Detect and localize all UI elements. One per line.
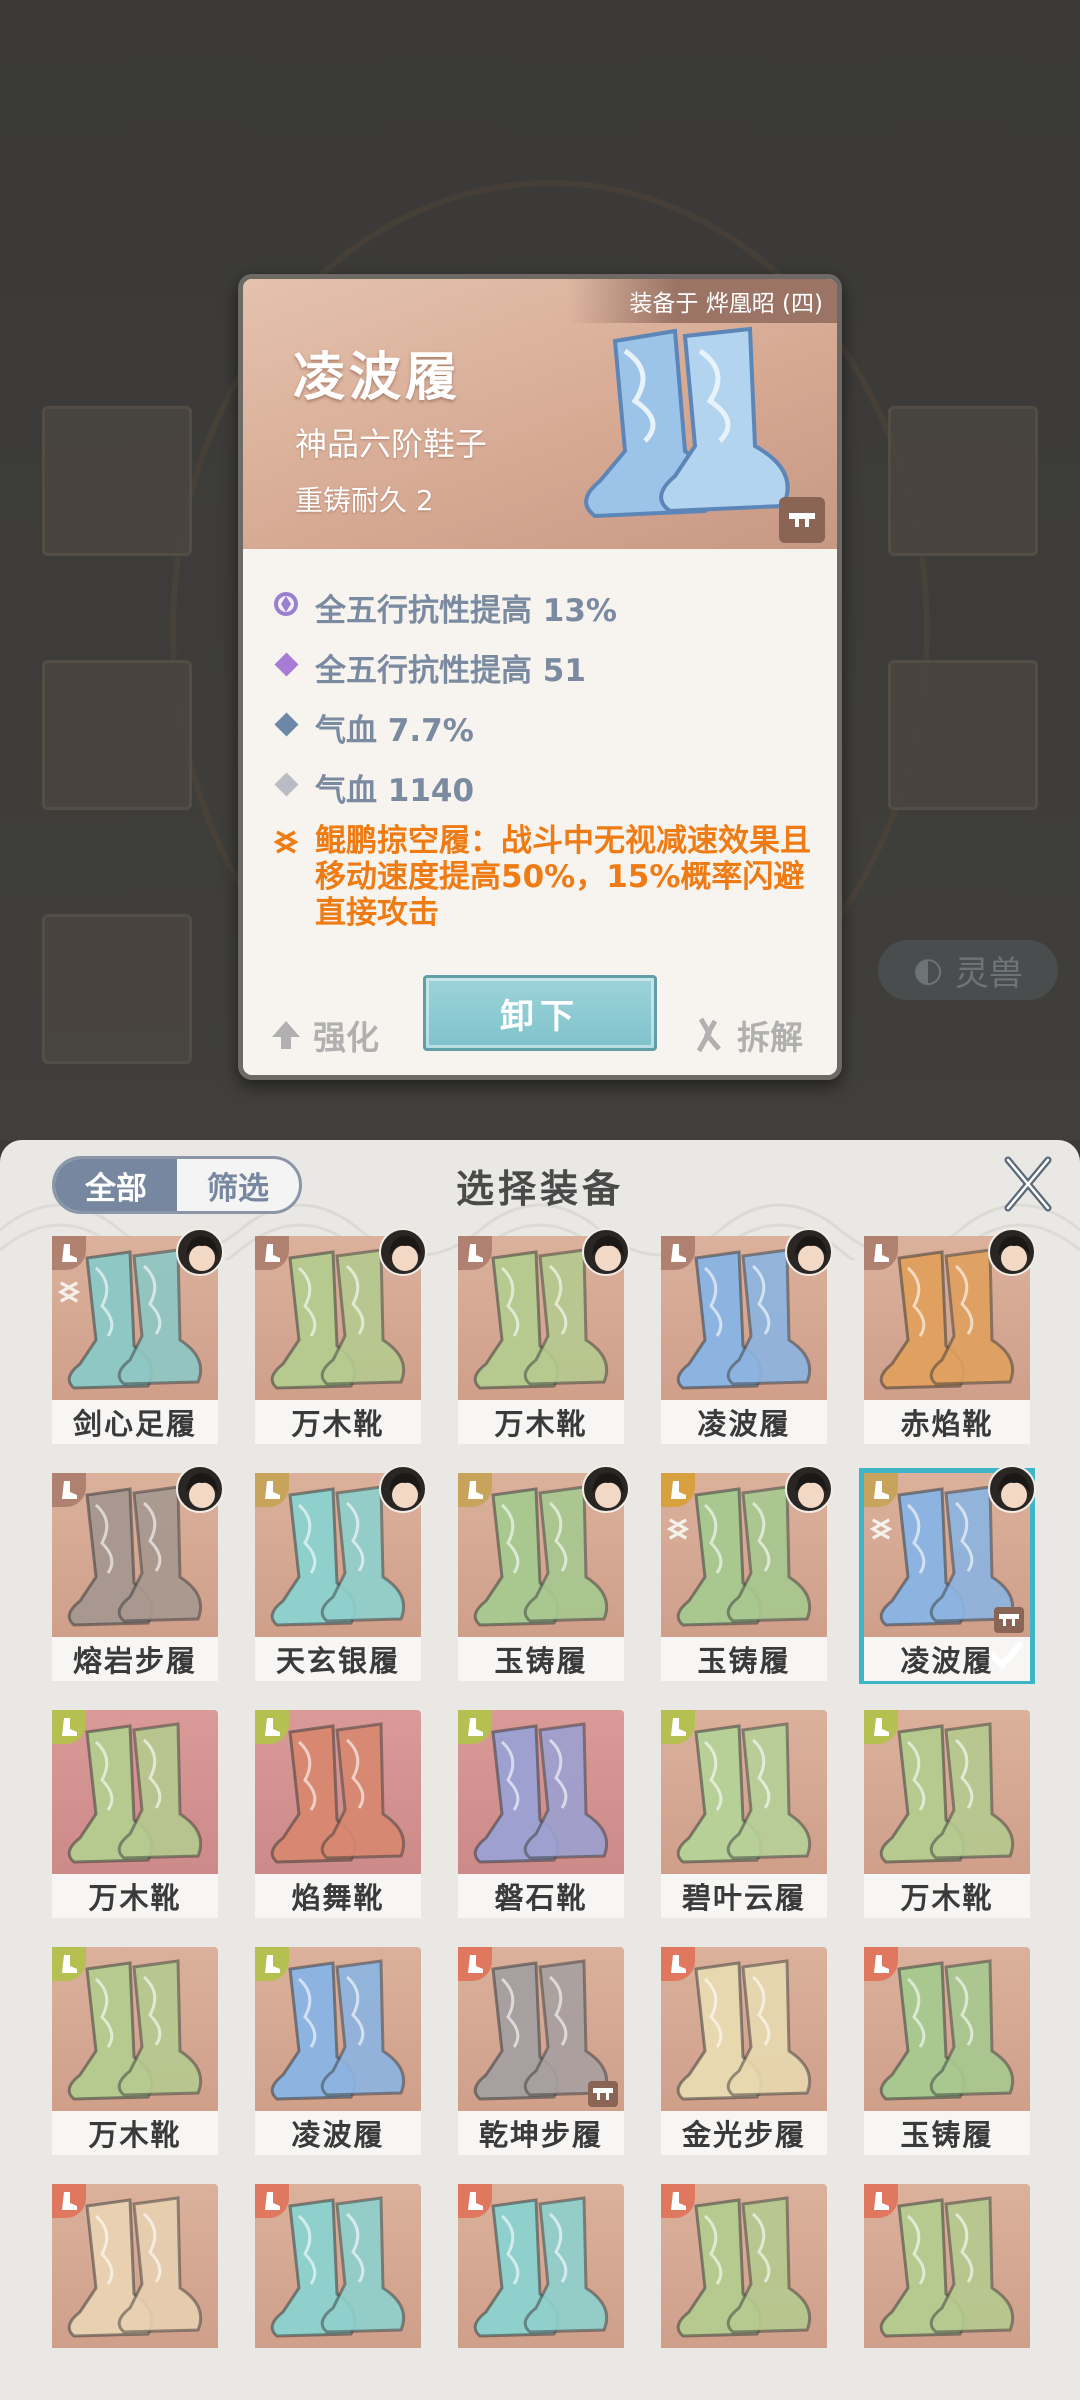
equipment-select-panel: 全部 筛选 选择装备 剑心足履 万木靴 万木靴 凌波履 赤焰靴 熔岩步履 天玄银履 玉铸履 玉铸… bbox=[0, 1140, 1080, 2400]
avatar bbox=[785, 1465, 833, 1513]
bg-slot-boots bbox=[42, 914, 192, 1064]
avatar bbox=[379, 1228, 427, 1276]
avatar bbox=[176, 1228, 224, 1276]
equipment-name: 天玄银履 bbox=[255, 1637, 421, 1681]
equipment-tile[interactable]: 万木靴 bbox=[458, 1228, 630, 1444]
equipment-name: 万木靴 bbox=[52, 1874, 218, 1918]
stat-row: 气血 1140 bbox=[273, 765, 474, 810]
card-header: 装备于 烨凰昭 (四) 凌波履 神品六阶鞋子 重铸耐久 2 bbox=[243, 279, 837, 549]
special-effect-icon bbox=[57, 1280, 81, 1308]
equipment-name: 乾坤步履 bbox=[458, 2111, 624, 2155]
dismantle-icon bbox=[696, 1017, 721, 1053]
lock-icon bbox=[588, 2081, 618, 2107]
stat-row: 全五行抗性提高 13% bbox=[273, 585, 617, 630]
equipment-name: 碧叶云履 bbox=[661, 1874, 827, 1918]
bg-slot-mirror bbox=[888, 660, 1038, 810]
equipment-tile[interactable]: 乾坤步履 bbox=[458, 1947, 624, 2155]
equipment-tile[interactable]: 赤焰靴 bbox=[864, 1228, 1036, 1444]
equipment-name: 万木靴 bbox=[255, 1400, 421, 1444]
enhance-button[interactable]: 强化 bbox=[269, 1011, 379, 1059]
stat-row: 气血 7.7% bbox=[273, 705, 474, 750]
boots-illustration bbox=[584, 326, 790, 519]
bg-slot-armor bbox=[42, 660, 192, 810]
equipment-tile[interactable] bbox=[255, 2184, 421, 2390]
equipment-detail-card: 装备于 烨凰昭 (四) 凌波履 神品六阶鞋子 重铸耐久 2 全五行抗性提高 13… bbox=[238, 274, 842, 1080]
avatar bbox=[988, 1228, 1036, 1276]
spirit-beast-tab: ◐ 灵兽 bbox=[878, 940, 1058, 1000]
diamond-icon bbox=[273, 651, 299, 677]
equipment-name: 玉铸履 bbox=[864, 2111, 1030, 2155]
special-effect-icon bbox=[273, 829, 299, 855]
item-durability: 重铸耐久 2 bbox=[295, 484, 434, 517]
diamond-icon bbox=[273, 711, 299, 737]
close-icon[interactable] bbox=[1002, 1154, 1054, 1214]
avatar bbox=[785, 1228, 833, 1276]
equipment-name: 玉铸履 bbox=[458, 1637, 624, 1681]
special-effect: 鲲鹏掠空履：战斗中无视减速效果且移动速度提高50%，15%概率闪避直接攻击 bbox=[273, 823, 833, 931]
equipment-name: 金光步履 bbox=[661, 2111, 827, 2155]
avatar bbox=[176, 1465, 224, 1513]
equipment-name: 万木靴 bbox=[52, 2111, 218, 2155]
equipment-name: 凌波履 bbox=[255, 2111, 421, 2155]
equipment-tile[interactable]: 熔岩步履 bbox=[52, 1465, 224, 1681]
equipment-tile[interactable]: 玉铸履 bbox=[458, 1465, 630, 1681]
avatar bbox=[582, 1228, 630, 1276]
special-effect-icon bbox=[666, 1517, 690, 1545]
equipment-tile[interactable]: 金光步履 bbox=[661, 1947, 827, 2155]
spirit-beast-icon: ◐ bbox=[913, 950, 943, 990]
special-effect-icon bbox=[869, 1517, 893, 1545]
avatar bbox=[582, 1465, 630, 1513]
equipment-tile[interactable]: 天玄银履 bbox=[255, 1465, 427, 1681]
dismantle-button[interactable]: 拆解 bbox=[693, 1011, 803, 1059]
item-name: 凌波履 bbox=[293, 348, 462, 408]
equipment-tile[interactable]: 焰舞靴 bbox=[255, 1710, 421, 1918]
unequip-button[interactable]: 卸下 bbox=[423, 975, 657, 1051]
stat-row: 全五行抗性提高 51 bbox=[273, 645, 586, 690]
equipment-tile[interactable]: 凌波履 bbox=[859, 1465, 1036, 1684]
equipment-tile[interactable]: 万木靴 bbox=[52, 1710, 218, 1918]
equipment-name: 赤焰靴 bbox=[864, 1400, 1030, 1444]
item-type: 神品六阶鞋子 bbox=[295, 425, 488, 463]
equipment-tile[interactable]: 凌波履 bbox=[255, 1947, 421, 2155]
equipment-name: 玉铸履 bbox=[661, 1637, 827, 1681]
equipment-name: 熔岩步履 bbox=[52, 1637, 218, 1681]
equipment-tile[interactable] bbox=[864, 2184, 1030, 2390]
diamond-icon bbox=[273, 771, 299, 797]
aura-icon bbox=[273, 591, 299, 617]
equipment-tile[interactable] bbox=[661, 2184, 827, 2390]
equipment-tile[interactable]: 玉铸履 bbox=[864, 1947, 1030, 2155]
equipment-name: 万木靴 bbox=[458, 1400, 624, 1444]
avatar bbox=[379, 1465, 427, 1513]
equipment-name: 焰舞靴 bbox=[255, 1874, 421, 1918]
equipment-tile[interactable]: 万木靴 bbox=[52, 1947, 218, 2155]
bg-slot-weapon bbox=[42, 406, 192, 556]
panel-title: 选择装备 bbox=[455, 1167, 624, 1211]
equipment-tile[interactable]: 凌波履 bbox=[661, 1228, 833, 1444]
checkmark-icon bbox=[986, 1635, 1026, 1675]
lock-icon[interactable] bbox=[779, 497, 825, 543]
equipment-name: 剑心足履 bbox=[52, 1400, 218, 1444]
avatar bbox=[988, 1465, 1036, 1513]
equipment-tile[interactable]: 万木靴 bbox=[864, 1710, 1030, 1918]
equipment-name: 万木靴 bbox=[864, 1874, 1030, 1918]
equipment-name: 磐石靴 bbox=[458, 1874, 624, 1918]
equipment-tile[interactable]: 碧叶云履 bbox=[661, 1710, 827, 1918]
arrow-up-icon bbox=[272, 1021, 300, 1049]
equipment-tile[interactable] bbox=[458, 2184, 624, 2390]
equipment-tile[interactable]: 万木靴 bbox=[255, 1228, 427, 1444]
equipment-tile[interactable]: 玉铸履 bbox=[661, 1465, 833, 1681]
equipment-tile[interactable]: 磐石靴 bbox=[458, 1710, 624, 1918]
lock-icon bbox=[994, 1607, 1024, 1633]
equipment-name: 凌波履 bbox=[661, 1400, 827, 1444]
equipment-tile[interactable]: 剑心足履 bbox=[52, 1228, 224, 1444]
equipment-tile[interactable] bbox=[52, 2184, 218, 2390]
bg-slot-accessory bbox=[888, 406, 1038, 556]
